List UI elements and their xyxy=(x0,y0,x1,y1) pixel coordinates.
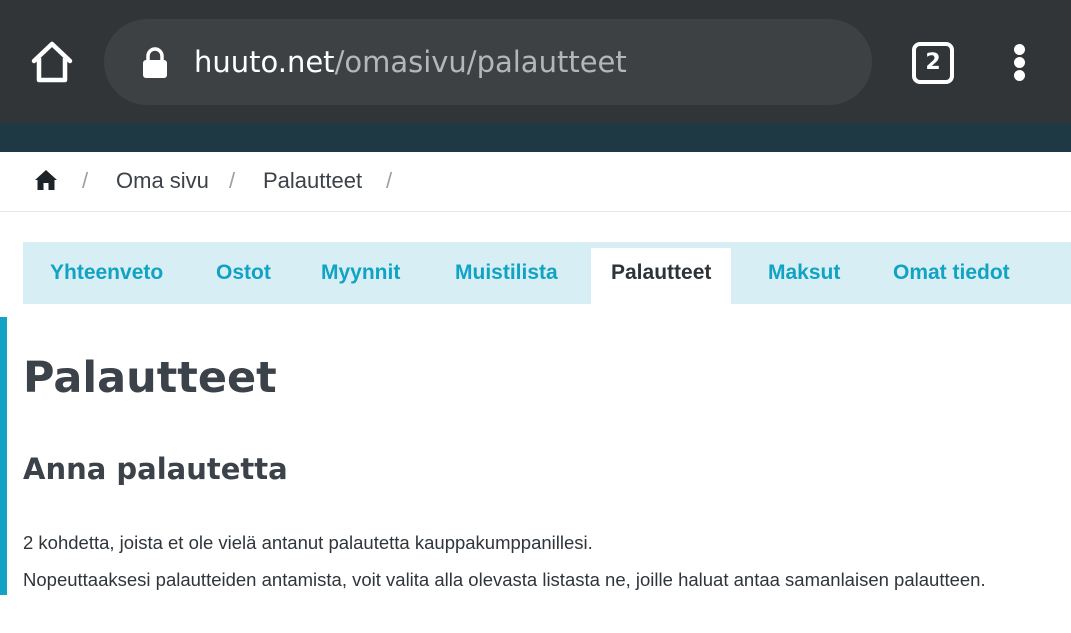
tab-maksut[interactable]: Maksut xyxy=(768,242,840,304)
breadcrumb-separator: / xyxy=(386,168,393,193)
browser-toolbar: huuto.net/omasivu/palautteet 2 xyxy=(0,0,1071,123)
tab-myynnit[interactable]: Myynnit xyxy=(321,242,400,304)
tab-palautteet[interactable]: Palautteet xyxy=(591,248,732,304)
bulk-feedback-hint: Nopeuttaaksesi palautteiden antamista, v… xyxy=(23,569,986,590)
url-host: huuto.net xyxy=(194,45,335,79)
menu-dot xyxy=(1014,70,1025,81)
content-accent-bar xyxy=(0,317,7,595)
section-title: Anna palautetta xyxy=(23,452,288,486)
menu-dot xyxy=(1014,57,1025,68)
breadcrumb-separator: / xyxy=(229,168,236,193)
tab-yhteenveto[interactable]: Yhteenveto xyxy=(50,242,163,304)
tab-switcher-button[interactable]: 2 xyxy=(912,42,954,84)
url-path: /omasivu/palautteet xyxy=(334,45,627,79)
tab-ostot[interactable]: Ostot xyxy=(216,242,271,304)
more-menu-icon[interactable] xyxy=(1008,42,1032,82)
lock-icon xyxy=(142,47,168,79)
breadcrumb-item-palautteet: Palautteet xyxy=(263,168,363,193)
breadcrumb-separator: / xyxy=(82,168,89,193)
breadcrumb-home-icon[interactable] xyxy=(34,168,58,192)
site-header xyxy=(0,123,1071,152)
breadcrumb-item-oma-sivu[interactable]: Oma sivu xyxy=(116,166,209,196)
browser-home-icon[interactable] xyxy=(28,38,76,86)
menu-dot xyxy=(1014,44,1025,55)
pending-feedback-text: 2 kohdetta, joista et ole vielä antanut … xyxy=(23,532,593,553)
account-tabs: Yhteenveto Ostot Myynnit Muistilista Pal… xyxy=(23,242,1071,304)
tab-muistilista[interactable]: Muistilista xyxy=(455,242,558,304)
url-text[interactable]: huuto.net/omasivu/palautteet xyxy=(194,42,627,82)
page-title: Palautteet xyxy=(23,353,277,403)
tab-omat-tiedot[interactable]: Omat tiedot xyxy=(893,242,1010,304)
breadcrumb: / Oma sivu / Palautteet / xyxy=(0,152,1071,212)
